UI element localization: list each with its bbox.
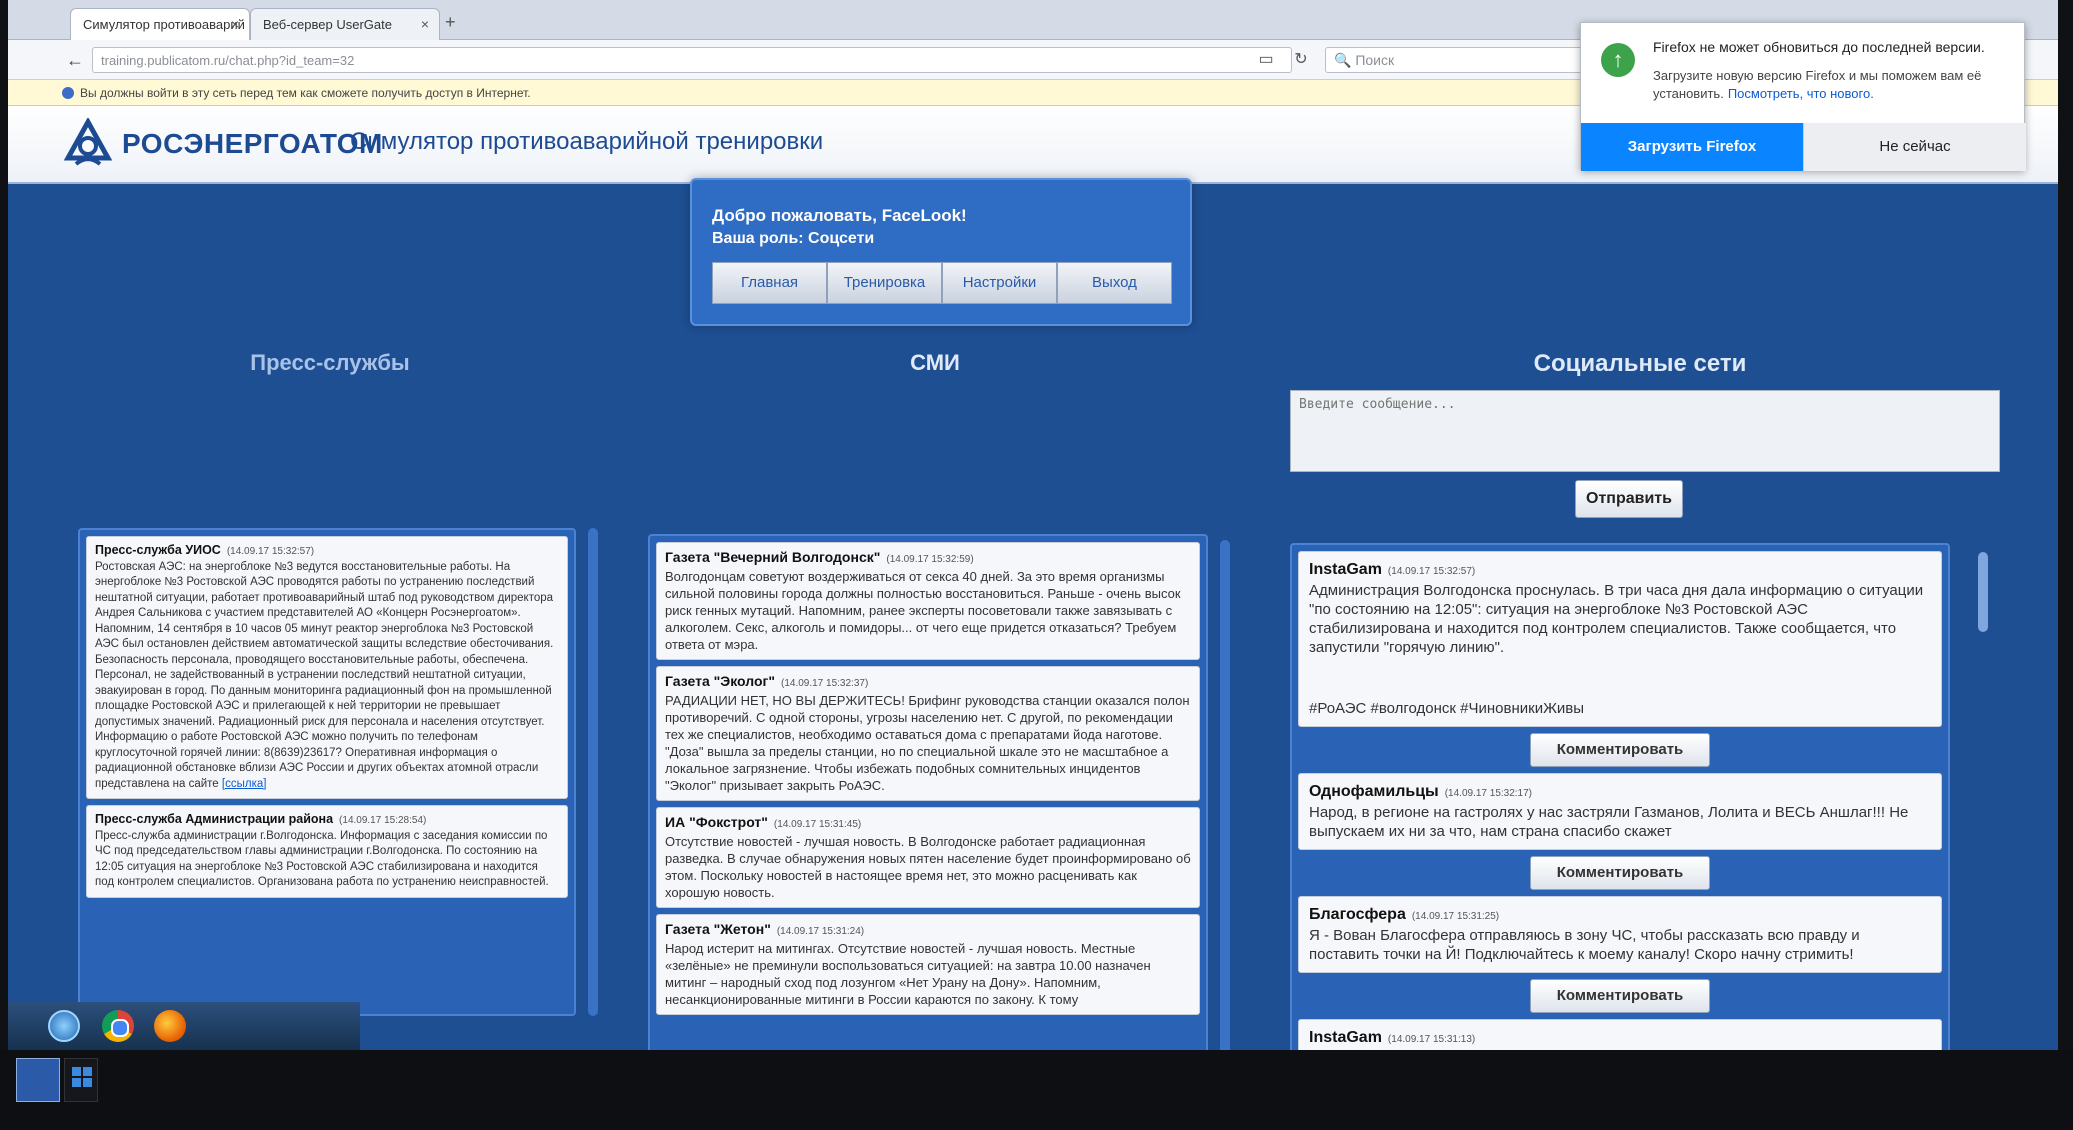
chrome-icon[interactable] [102, 1010, 134, 1042]
info-icon [62, 87, 74, 99]
menu-logout-button[interactable]: Выход [1057, 262, 1172, 304]
reader-view-icon[interactable]: ▭ [1255, 49, 1277, 71]
item-time: (14.09.17 15:32:57) [226, 546, 315, 557]
item-author: Пресс-служба УИОС [95, 543, 221, 557]
welcome-greeting: Добро пожаловать, FaceLook! [712, 206, 967, 225]
menu-training-button[interactable]: Тренировка [827, 262, 942, 304]
user-role: Ваша роль: Соцсети [712, 230, 875, 247]
item-time: (14.09.17 15:31:25) [1411, 911, 1500, 922]
firefox-icon[interactable] [154, 1010, 186, 1042]
item-text: Администрация Волгодонска проснулась. В … [1309, 582, 1924, 656]
social-item: Однофамильцы (14.09.17 15:32:17) Народ, в… [1298, 773, 1942, 850]
media-column-title: СМИ [910, 350, 960, 375]
media-item: ИА "Фокстрот" (14.09.17 15:31:45) Отсутст… [656, 807, 1200, 908]
firefox-update-popup: ↑ Firefox не может обновиться до последн… [1580, 22, 2026, 171]
item-text: Ростовская АЭС: на энергоблоке №3 ведутс… [95, 560, 554, 790]
item-time: (14.09.17 15:32:37) [780, 678, 869, 689]
whats-new-link[interactable]: Посмотреть, что нового. [1728, 86, 1874, 101]
new-tab-button[interactable]: + [445, 12, 456, 33]
not-now-button[interactable]: Не сейчас [1803, 123, 2026, 171]
item-author: Пресс-служба Администрации района [95, 812, 334, 826]
item-time: (14.09.17 15:32:17) [1444, 788, 1533, 799]
message-input[interactable] [1290, 390, 2000, 472]
update-arrow-icon: ↑ [1601, 43, 1635, 77]
item-author: InstaGam [1309, 1029, 1382, 1046]
item-author: InstaGam [1309, 561, 1382, 578]
social-item: Благосфера (14.09.17 15:31:25) Я - Вован … [1298, 896, 1942, 973]
press-feed[interactable]: Пресс-служба УИОС (14.09.17 15:32:57) Рос… [78, 528, 576, 1016]
media-scrollbar[interactable] [1220, 540, 1230, 1060]
comment-button[interactable]: Комментировать [1530, 733, 1710, 767]
welcome-box: Добро пожаловать, FaceLook! Ваша роль: С… [690, 178, 1192, 326]
reload-icon[interactable]: ↻ [1290, 49, 1312, 71]
item-text: Волгодонцам советуют воздерживаться от с… [665, 569, 1181, 652]
item-time: (14.09.17 15:32:57) [1387, 566, 1476, 577]
press-scrollbar[interactable] [588, 528, 598, 1016]
social-item: InstaGam (14.09.17 15:32:57) Администраци… [1298, 551, 1942, 727]
comment-button[interactable]: Комментировать [1530, 979, 1710, 1013]
rosenergoatom-logo-icon [63, 118, 113, 166]
item-time: (14.09.17 15:31:45) [773, 819, 862, 830]
item-time: (14.09.17 15:31:24) [776, 926, 865, 937]
browser-tab-simulator[interactable]: Симулятор противоаварий × [70, 8, 250, 40]
tab-label: Симулятор противоаварий [83, 17, 245, 32]
press-item: Пресс-служба УИОС (14.09.17 15:32:57) Рос… [86, 536, 568, 799]
back-arrow-icon[interactable]: ← [64, 49, 86, 71]
popup-title: Firefox не может обновиться до последней… [1653, 39, 1985, 55]
taskbar [0, 1002, 360, 1050]
social-column-title: Социальные сети [1533, 350, 1747, 377]
windows-logo-sticker [64, 1058, 98, 1102]
media-item: Газета "Вечерний Волгодонск" (14.09.17 15… [656, 542, 1200, 660]
screen: Симулятор противоаварий × Веб-сервер Use… [0, 0, 2073, 1130]
energy-star-sticker [16, 1058, 60, 1102]
download-firefox-button[interactable]: Загрузить Firefox [1581, 123, 1803, 171]
monitor-bezel-left [0, 0, 8, 1130]
send-button[interactable]: Отправить [1575, 480, 1683, 518]
windows-start-icon[interactable] [48, 1010, 80, 1042]
app-title: Симулятор противоаварийной тренировки [350, 128, 824, 155]
url-bar[interactable]: training.publicatom.ru/chat.php?id_team=… [92, 47, 1292, 73]
comment-button[interactable]: Комментировать [1530, 856, 1710, 890]
search-placeholder: Поиск [1355, 52, 1395, 68]
menu-home-button[interactable]: Главная [712, 262, 827, 304]
menu-settings-button[interactable]: Настройки [942, 262, 1057, 304]
logo-text: РОСЭНЕРГОАТОМ [122, 128, 383, 159]
item-author: Благосфера [1309, 906, 1406, 923]
media-item: Газета "Жетон" (14.09.17 15:31:24) Народ … [656, 914, 1200, 1015]
browser-tab-usergate[interactable]: Веб-сервер UserGate × [250, 8, 440, 40]
item-author: Газета "Эколог" [665, 673, 775, 689]
item-time: (14.09.17 15:32:59) [886, 554, 974, 565]
item-text: Народ истерит на митингах. Отсутствие но… [665, 941, 1151, 1007]
media-item: Газета "Эколог" (14.09.17 15:32:37) РАДИА… [656, 666, 1200, 801]
item-text: Отсутствие новостей - лучшая новость. В … [665, 834, 1191, 900]
item-text: Пресс-служба администрации г.Волгодонска… [95, 829, 549, 889]
main-menu: Главная Тренировка Настройки Выход [712, 262, 1172, 304]
notice-text: Вы должны войти в эту сеть перед тем как… [80, 86, 531, 100]
press-column-title: Пресс-службы [250, 350, 410, 375]
item-author: Газета "Жетон" [665, 921, 771, 937]
item-hashtags: #РоАЭС #волгодонск #ЧиновникиЖивы [1309, 700, 1585, 717]
close-icon[interactable]: × [421, 16, 429, 32]
monitor-bezel-right [2058, 0, 2073, 1130]
item-author: Однофамильцы [1309, 783, 1439, 800]
item-author: ИА "Фокстрот" [665, 814, 768, 830]
social-scrollbar[interactable] [1978, 552, 1988, 632]
item-text: РАДИАЦИИ НЕТ, НО ВЫ ДЕРЖИТЕСЬ! Брифинг р… [665, 693, 1190, 793]
social-feed[interactable]: InstaGam (14.09.17 15:32:57) Администраци… [1290, 543, 1950, 1083]
item-text: Народ, в регионе на гастролях у нас заст… [1309, 804, 1909, 840]
item-time: (14.09.17 15:31:13) [1387, 1034, 1476, 1045]
item-time: (14.09.17 15:28:54) [339, 815, 427, 826]
media-feed[interactable]: Газета "Вечерний Волгодонск" (14.09.17 15… [648, 534, 1208, 1068]
press-item: Пресс-служба Администрации района (14.09.… [86, 805, 568, 898]
item-author: Газета "Вечерний Волгодонск" [665, 549, 881, 565]
tab-label: Веб-сервер UserGate [263, 17, 392, 32]
item-link[interactable]: [ссылка] [222, 778, 267, 790]
close-icon[interactable]: × [231, 16, 239, 32]
monitor-bezel-bottom [0, 1050, 2073, 1130]
item-text: Я - Вован Благосфера отправляюсь в зону … [1309, 927, 1860, 963]
